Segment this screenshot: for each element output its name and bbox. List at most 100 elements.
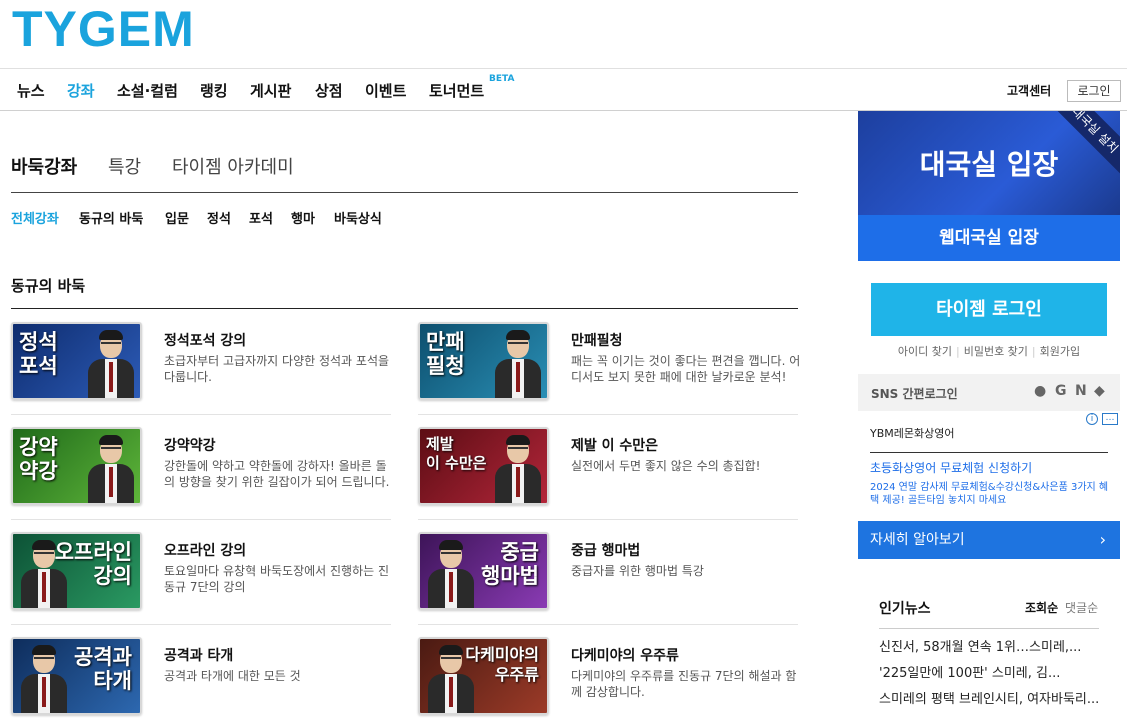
news-item[interactable]: 신진서, 58개월 연속 1위…스미레,... xyxy=(879,639,1104,656)
course-card[interactable]: 다케미야의 우주류 다케미야의 우주류 다케미야의 우주류를 진동규 7단의 해… xyxy=(418,626,798,724)
course-card[interactable]: 오프라인 강의 오프라인 강의 토요일마다 유창혁 바둑도장에서 진행하는 진동… xyxy=(11,521,391,625)
course-description: 초급자부터 고급자까지 다양한 정석과 포석을 다룹니다. xyxy=(164,354,390,384)
ad-cta-label: 자세히 알아보기 xyxy=(870,532,965,548)
global-nav: 뉴스 강좌 소설·컬럼 랭킹 게시판 상점 이벤트 토너먼트 BETA 고객센터… xyxy=(0,69,1127,111)
course-thumbnail: 공격과 타개 xyxy=(11,637,142,715)
course-title: 오프라인 강의 xyxy=(164,543,247,559)
sort-by-views[interactable]: 조회순 xyxy=(1025,599,1058,616)
thumbnail-caption: 다케미야의 우주류 xyxy=(465,645,539,684)
sort-by-comments[interactable]: 댓글순 xyxy=(1065,599,1098,616)
ad-info-icon[interactable]: i xyxy=(1086,413,1098,425)
tab-baduk-lecture[interactable]: 바둑강좌 xyxy=(11,153,77,179)
nav-novel-column[interactable]: 소설·컬럼 xyxy=(117,80,178,101)
nav-event[interactable]: 이벤트 xyxy=(365,80,406,101)
course-description: 실전에서 두면 좋지 않은 수의 총집합! xyxy=(571,459,761,473)
thumbnail-caption: 중급 행마법 xyxy=(481,540,539,588)
course-card[interactable]: 공격과 타개 공격과 타개 공격과 타개에 대한 모든 것 xyxy=(11,626,391,724)
header-login-button[interactable]: 로그인 xyxy=(1067,80,1121,102)
course-title: 공격과 타개 xyxy=(164,648,234,664)
tab-tygem-academy[interactable]: 타이젬 아카데미 xyxy=(172,153,294,179)
instructor-image xyxy=(495,328,541,398)
instructor-image xyxy=(88,328,134,398)
beta-badge: BETA xyxy=(489,74,515,84)
sns-login-bar: SNS 간편로그인 ● G N ◆ xyxy=(858,374,1120,411)
game-room-label: 대국실 입장 xyxy=(919,148,1059,181)
nav-news[interactable]: 뉴스 xyxy=(17,80,45,101)
course-description: 강한돌에 약하고 약한돌에 강하자! 올바른 돌의 방향을 찾기 위한 길잡이가… xyxy=(164,459,390,489)
apple-icon[interactable]: ◆ xyxy=(1094,383,1105,399)
lecture-tabs: 바둑강좌 특강 타이젬 아카데미 xyxy=(11,153,798,193)
nav-board[interactable]: 게시판 xyxy=(250,80,291,101)
naver-icon[interactable]: N xyxy=(1075,383,1087,399)
course-thumbnail: 제발 이 수만은 xyxy=(418,427,549,505)
course-card[interactable]: 중급 행마법 중급 행마법 중급자를 위한 행마법 특강 xyxy=(418,521,798,625)
course-title: 만패필청 xyxy=(571,333,623,349)
course-card[interactable]: 정석 포석 정석포석 강의 초급자부터 고급자까지 다양한 정석과 포석을 다룹… xyxy=(11,311,391,415)
news-item[interactable]: 스미레의 평택 브레인시티, 여자바둑리... xyxy=(879,691,1104,708)
nav-tournament[interactable]: 토너먼트 xyxy=(429,80,484,101)
ad-more-icon[interactable]: … xyxy=(1102,413,1118,425)
kakao-icon[interactable]: ● xyxy=(1034,383,1046,399)
find-password-link[interactable]: 비밀번호 찾기 xyxy=(964,345,1028,358)
ad-subtext: 2024 연말 감사제 무료체험&수강신청&사은품 3가지 혜택 제공! 골든타… xyxy=(870,482,1109,506)
ad-banner[interactable]: YBM레몬화상영어 i … 초등화상영어 무료체험 신청하기 2024 연말 감… xyxy=(858,411,1120,561)
section-divider xyxy=(11,308,798,309)
game-room-banner[interactable]: 대국실 입장 대국실 설치 xyxy=(858,111,1120,215)
web-game-room-button[interactable]: 웹대국실 입장 xyxy=(858,215,1120,261)
popular-news-title: 인기뉴스 xyxy=(879,601,931,617)
ad-cta-button[interactable]: 자세히 알아보기 › xyxy=(858,521,1120,559)
thumbnail-caption: 공격과 타개 xyxy=(74,645,132,693)
course-thumbnail: 정석 포석 xyxy=(11,322,142,400)
thumbnail-caption: 만패 필청 xyxy=(426,330,465,378)
instructor-image xyxy=(495,433,541,503)
course-card[interactable]: 제발 이 수만은 제발 이 수만은 실전에서 두면 좋지 않은 수의 총집합! xyxy=(418,416,798,520)
course-thumbnail: 오프라인 강의 xyxy=(11,532,142,610)
subtab-donggyu[interactable]: 동규의 바둑 xyxy=(79,208,143,227)
subtab-all[interactable]: 전체강좌 xyxy=(11,208,59,227)
instructor-image xyxy=(88,433,134,503)
chevron-right-icon: › xyxy=(1099,530,1106,549)
ad-brand: YBM레몬화상영어 xyxy=(870,427,955,440)
course-title: 제발 이 수만은 xyxy=(571,438,659,454)
instructor-image xyxy=(428,643,474,713)
instructor-image xyxy=(21,538,67,608)
course-title: 중급 행마법 xyxy=(571,543,641,559)
news-item[interactable]: '225일만에 100판' 스미레, 김... xyxy=(879,665,1104,682)
course-title: 강약약강 xyxy=(164,438,216,454)
course-card[interactable]: 강약 약강 강약약강 강한돌에 약하고 약한돌에 강하자! 올바른 돌의 방향을… xyxy=(11,416,391,520)
course-thumbnail: 다케미야의 우주류 xyxy=(418,637,549,715)
find-id-link[interactable]: 아이디 찾기 xyxy=(898,345,952,358)
course-description: 중급자를 위한 행마법 특강 xyxy=(571,564,704,578)
course-description: 패는 꼭 이기는 것이 좋다는 편견을 깹니다. 어디서도 보지 못한 패에 대… xyxy=(571,354,801,384)
subtab-joseki[interactable]: 정석 xyxy=(207,208,231,227)
instructor-image xyxy=(21,643,67,713)
course-thumbnail: 중급 행마법 xyxy=(418,532,549,610)
ad-headline[interactable]: 초등화상영어 무료체험 신청하기 xyxy=(870,459,1032,476)
tygem-login-button[interactable]: 타이젬 로그인 xyxy=(871,283,1107,336)
subtab-haengma[interactable]: 행마 xyxy=(291,208,315,227)
google-icon[interactable]: G xyxy=(1055,383,1067,399)
course-description: 다케미야의 우주류를 진동규 7단의 해설과 함께 감상합니다. xyxy=(571,669,797,699)
sns-login-label: SNS 간편로그인 xyxy=(871,387,958,401)
nav-lecture[interactable]: 강좌 xyxy=(67,80,95,101)
course-description: 토요일마다 유창혁 바둑도장에서 진행하는 진동규 7단의 강의 xyxy=(164,564,390,594)
account-links: 아이디 찾기 | 비밀번호 찾기 | 회원가입 xyxy=(858,343,1120,359)
subtab-intro[interactable]: 입문 xyxy=(165,208,189,227)
nav-ranking[interactable]: 랭킹 xyxy=(200,80,228,101)
ad-divider xyxy=(870,452,1108,453)
subtab-fuseki[interactable]: 포석 xyxy=(249,208,273,227)
thumbnail-caption: 정석 포석 xyxy=(19,330,58,378)
nav-shop[interactable]: 상점 xyxy=(315,80,343,101)
thumbnail-caption: 제발 이 수만은 xyxy=(426,435,487,472)
tab-special-lecture[interactable]: 특강 xyxy=(108,153,141,179)
course-card[interactable]: 만패 필청 만패필청 패는 꼭 이기는 것이 좋다는 편견을 깹니다. 어디서도… xyxy=(418,311,801,415)
section-title: 동규의 바둑 xyxy=(11,277,86,295)
course-title: 다케미야의 우주류 xyxy=(571,648,679,664)
tygem-logo[interactable]: TYGEM xyxy=(12,0,195,58)
subtab-common-sense[interactable]: 바둑상식 xyxy=(334,208,382,227)
join-link[interactable]: 회원가입 xyxy=(1040,345,1080,358)
link-separator: | xyxy=(1031,345,1036,358)
customer-center-link[interactable]: 고객센터 xyxy=(1007,82,1051,99)
course-thumbnail: 만패 필청 xyxy=(418,322,549,400)
link-separator: | xyxy=(955,345,960,358)
